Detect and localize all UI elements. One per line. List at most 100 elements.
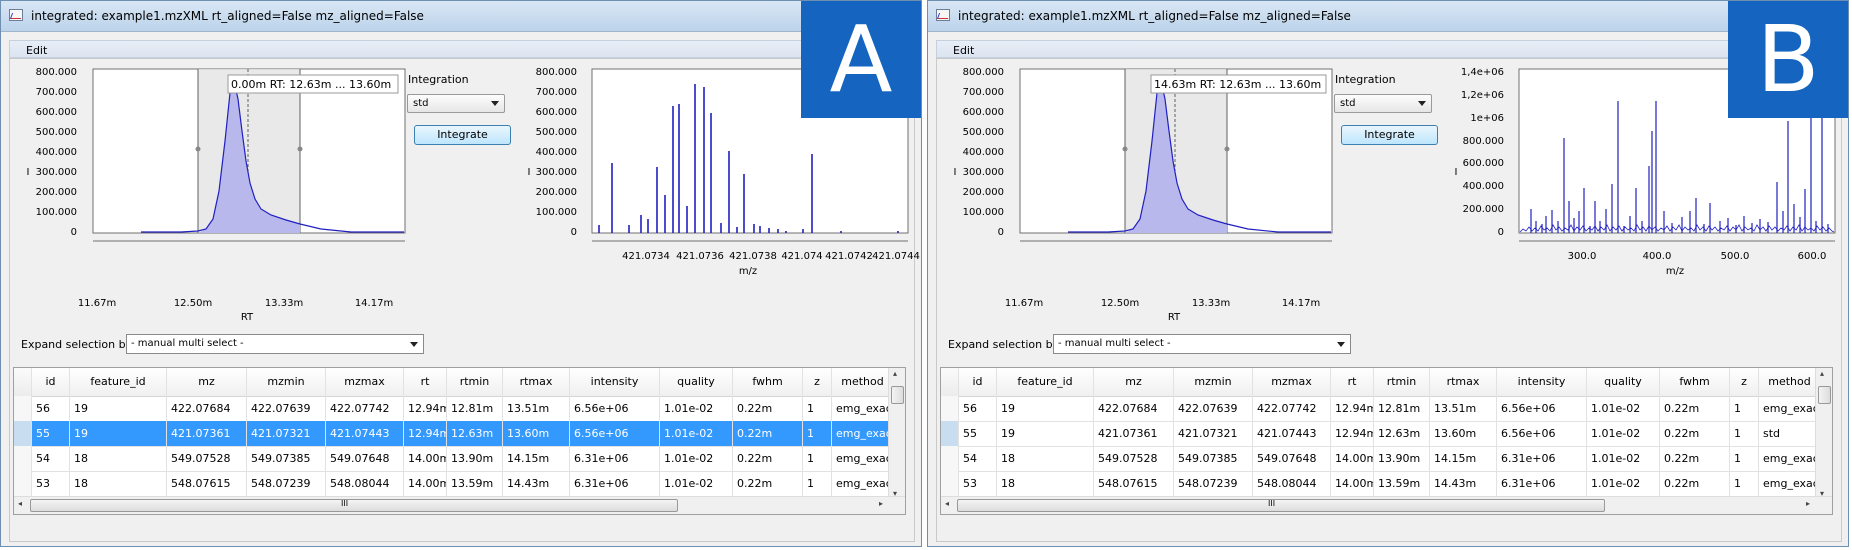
table-cell[interactable]: 549.07385 bbox=[1174, 446, 1253, 471]
table-corner[interactable] bbox=[941, 368, 959, 396]
expand-selection-select[interactable]: - manual multi select - bbox=[126, 334, 424, 354]
table-cell[interactable]: 12.94m bbox=[404, 396, 447, 421]
horizontal-scrollbar[interactable]: ◂ III ▸ bbox=[941, 496, 1832, 514]
scroll-left-icon[interactable]: ◂ bbox=[18, 499, 22, 508]
table-cell[interactable]: 548.07239 bbox=[1174, 471, 1253, 496]
table-cell[interactable]: 1 bbox=[1730, 396, 1759, 421]
table-cell[interactable]: 549.07528 bbox=[167, 446, 247, 471]
table-cell[interactable]: 18 bbox=[997, 446, 1094, 471]
table-cell[interactable]: 1 bbox=[803, 421, 832, 446]
table-cell[interactable]: 421.07443 bbox=[326, 421, 404, 446]
table-cell[interactable]: emg_exact bbox=[832, 446, 894, 471]
table-cell[interactable]: 12.81m bbox=[447, 396, 503, 421]
column-header-fwhm[interactable]: fwhm bbox=[733, 368, 803, 396]
table-cell[interactable]: 1 bbox=[803, 446, 832, 471]
table-cell[interactable]: 14.00m bbox=[1331, 471, 1374, 496]
column-header-feature-id[interactable]: feature_id bbox=[997, 368, 1094, 396]
table-cell[interactable]: 549.07648 bbox=[326, 446, 404, 471]
column-header-quality[interactable]: quality bbox=[660, 368, 733, 396]
table-cell[interactable]: 13.90m bbox=[1374, 446, 1430, 471]
column-header-mzmax[interactable]: mzmax bbox=[1253, 368, 1331, 396]
table-cell[interactable]: emg_exact bbox=[832, 421, 894, 446]
table-cell[interactable]: 548.07615 bbox=[1094, 471, 1174, 496]
scroll-thumb[interactable]: III bbox=[957, 499, 1605, 512]
scroll-left-icon[interactable]: ◂ bbox=[945, 499, 949, 508]
table-cell[interactable]: emg_exact bbox=[832, 471, 894, 496]
integrate-button[interactable]: Integrate bbox=[1341, 125, 1438, 145]
table-cell[interactable]: 13.51m bbox=[1430, 396, 1497, 421]
column-header-z[interactable]: z bbox=[803, 368, 832, 396]
vertical-scrollbar[interactable]: ▴ ▾ bbox=[888, 368, 905, 499]
table-cell[interactable]: 6.56e+06 bbox=[570, 396, 660, 421]
scroll-up-icon[interactable]: ▴ bbox=[893, 369, 897, 378]
row-header[interactable] bbox=[14, 471, 32, 496]
table-cell[interactable]: emg_exact bbox=[1759, 396, 1821, 421]
table-cell[interactable]: 54 bbox=[959, 446, 997, 471]
table-cell[interactable]: 14.43m bbox=[503, 471, 570, 496]
table-cell[interactable]: 18 bbox=[997, 471, 1094, 496]
table-cell[interactable]: 1.01e-02 bbox=[1587, 421, 1660, 446]
table-cell[interactable]: 0.22m bbox=[733, 446, 803, 471]
column-header-rt[interactable]: rt bbox=[1331, 368, 1374, 396]
column-header-mzmax[interactable]: mzmax bbox=[326, 368, 404, 396]
table-cell[interactable]: 548.08044 bbox=[1253, 471, 1331, 496]
table-cell[interactable]: 55 bbox=[32, 421, 70, 446]
table-cell[interactable]: 549.07528 bbox=[1094, 446, 1174, 471]
table-cell[interactable]: 12.63m bbox=[1374, 421, 1430, 446]
table-cell[interactable]: 1 bbox=[1730, 471, 1759, 496]
table-cell[interactable]: 422.07639 bbox=[1174, 396, 1253, 421]
table-cell[interactable]: 53 bbox=[959, 471, 997, 496]
menu-edit[interactable]: Edit bbox=[953, 44, 974, 57]
column-header-quality[interactable]: quality bbox=[1587, 368, 1660, 396]
row-header[interactable] bbox=[941, 396, 959, 421]
table-cell[interactable]: 0.22m bbox=[733, 421, 803, 446]
table-cell[interactable]: 422.07742 bbox=[326, 396, 404, 421]
table-cell[interactable]: 14.00m bbox=[404, 471, 447, 496]
table-cell[interactable]: 14.00m bbox=[404, 446, 447, 471]
table-cell[interactable]: 421.07361 bbox=[1094, 421, 1174, 446]
menu-edit[interactable]: Edit bbox=[26, 44, 47, 57]
column-header-z[interactable]: z bbox=[1730, 368, 1759, 396]
table-cell[interactable]: 6.31e+06 bbox=[1497, 446, 1587, 471]
scroll-right-icon[interactable]: ▸ bbox=[879, 499, 883, 508]
table-cell[interactable]: 19 bbox=[70, 396, 167, 421]
table-cell[interactable]: 18 bbox=[70, 471, 167, 496]
row-header[interactable] bbox=[14, 396, 32, 421]
table-cell[interactable]: 1 bbox=[803, 471, 832, 496]
column-header-method[interactable]: method bbox=[1759, 368, 1821, 396]
column-header-id[interactable]: id bbox=[959, 368, 997, 396]
table-cell[interactable]: 421.07321 bbox=[1174, 421, 1253, 446]
table-cell[interactable]: 421.07443 bbox=[1253, 421, 1331, 446]
column-header-rtmax[interactable]: rtmax bbox=[1430, 368, 1497, 396]
table-cell[interactable]: 12.81m bbox=[1374, 396, 1430, 421]
table-cell[interactable]: 14.00m bbox=[1331, 446, 1374, 471]
table-cell[interactable]: 13.51m bbox=[503, 396, 570, 421]
column-header-rtmin[interactable]: rtmin bbox=[1374, 368, 1430, 396]
table-cell[interactable]: 56 bbox=[32, 396, 70, 421]
column-header-id[interactable]: id bbox=[32, 368, 70, 396]
vertical-scrollbar[interactable]: ▴ ▾ bbox=[1815, 368, 1832, 499]
table-cell[interactable]: 1.01e-02 bbox=[1587, 446, 1660, 471]
column-header-feature-id[interactable]: feature_id bbox=[70, 368, 167, 396]
column-header-intensity[interactable]: intensity bbox=[1497, 368, 1587, 396]
table-row[interactable]: 56 19 422.07684 422.07639 422.07742 12.94m 12.… bbox=[941, 396, 1821, 422]
table-cell[interactable]: 422.07742 bbox=[1253, 396, 1331, 421]
table-cell[interactable]: 549.07648 bbox=[1253, 446, 1331, 471]
table-cell[interactable]: 14.15m bbox=[503, 446, 570, 471]
table-cell[interactable]: 6.56e+06 bbox=[570, 421, 660, 446]
table-cell[interactable]: 548.08044 bbox=[326, 471, 404, 496]
column-header-mz[interactable]: mz bbox=[167, 368, 247, 396]
scroll-right-icon[interactable]: ▸ bbox=[1806, 499, 1810, 508]
table-cell[interactable]: 0.22m bbox=[733, 471, 803, 496]
table-cell[interactable]: 0.22m bbox=[1660, 471, 1730, 496]
table-cell[interactable]: 14.43m bbox=[1430, 471, 1497, 496]
table-cell[interactable]: emg_exact bbox=[832, 396, 894, 421]
table-cell[interactable]: 0.22m bbox=[1660, 396, 1730, 421]
features-table[interactable]: id feature_id mz mzmin mzmax rt rtmin rtmax inte… bbox=[940, 367, 1833, 515]
features-table[interactable]: id feature_id mz mzmin mzmax rt rtmin rtmax inte… bbox=[13, 367, 906, 515]
table-cell[interactable]: 549.07385 bbox=[247, 446, 326, 471]
table-corner[interactable] bbox=[14, 368, 32, 396]
table-cell[interactable]: 1 bbox=[1730, 446, 1759, 471]
table-cell[interactable]: 19 bbox=[997, 396, 1094, 421]
column-header-fwhm[interactable]: fwhm bbox=[1660, 368, 1730, 396]
